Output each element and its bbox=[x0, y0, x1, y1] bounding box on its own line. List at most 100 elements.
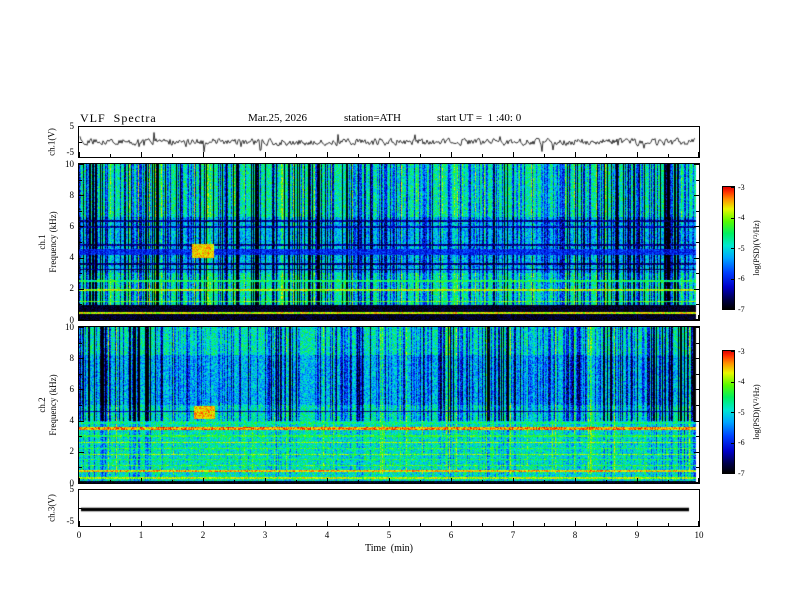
colorbar-tick bbox=[731, 308, 734, 309]
freq-tick-label: 2 bbox=[69, 446, 75, 457]
freq-axis-tick bbox=[696, 467, 699, 468]
colorbar-tick-label: -4 bbox=[738, 213, 745, 222]
time-axis-tick bbox=[544, 154, 545, 157]
time-axis-tick bbox=[327, 152, 328, 157]
time-axis-tick bbox=[296, 154, 297, 157]
time-axis-tick bbox=[513, 521, 514, 526]
freq-tick-label: 10 bbox=[65, 158, 74, 169]
time-axis-tick bbox=[668, 523, 669, 526]
freq-axis-tick bbox=[696, 273, 699, 274]
freq-axis-tick bbox=[79, 242, 82, 243]
freq-axis-tick bbox=[696, 405, 699, 406]
freq-tick-label: 6 bbox=[69, 383, 75, 394]
freq-axis-tick bbox=[79, 327, 84, 328]
time-axis-tick bbox=[234, 154, 235, 157]
time-axis-tick bbox=[296, 480, 297, 483]
time-axis-tick bbox=[420, 523, 421, 526]
time-axis-tick bbox=[451, 478, 452, 483]
time-axis-tick bbox=[141, 521, 142, 526]
freq-axis-tick bbox=[696, 304, 699, 305]
freq-axis-tick bbox=[79, 389, 84, 390]
time-axis-tick bbox=[606, 480, 607, 483]
time-axis-tick bbox=[358, 480, 359, 483]
freq-axis-tick bbox=[79, 405, 82, 406]
time-axis-tick bbox=[79, 152, 80, 157]
time-axis-tick bbox=[141, 478, 142, 483]
freq-axis-tick bbox=[696, 180, 699, 181]
time-tick-label: 3 bbox=[262, 530, 268, 540]
time-axis-tick bbox=[575, 478, 576, 483]
time-tick-label: 2 bbox=[200, 530, 206, 540]
freq-tick-label: 6 bbox=[69, 220, 75, 231]
time-axis-tick bbox=[141, 152, 142, 157]
time-axis-tick bbox=[172, 523, 173, 526]
time-tick-label: 1 bbox=[138, 530, 144, 540]
freq-tick-label: 10 bbox=[65, 321, 74, 332]
colorbar-tick-label: -6 bbox=[738, 438, 745, 447]
colorbar-tick bbox=[731, 187, 734, 188]
colorbar-tick-label: -5 bbox=[738, 243, 745, 253]
time-axis-tick bbox=[389, 521, 390, 526]
freq-axis-tick bbox=[694, 195, 699, 196]
time-axis-tick bbox=[637, 152, 638, 157]
time-axis-tick bbox=[637, 478, 638, 483]
freq-axis-tick bbox=[79, 374, 82, 375]
station-label: station=ATH bbox=[344, 112, 401, 124]
freq-axis-tick bbox=[79, 211, 82, 212]
time-axis-tick bbox=[513, 152, 514, 157]
ch1-voltage-axis-label: ch.1(V) bbox=[46, 128, 57, 156]
time-axis-tick bbox=[698, 478, 699, 483]
time-axis-tick bbox=[110, 523, 111, 526]
time-axis-tick bbox=[482, 480, 483, 483]
time-axis-tick bbox=[637, 315, 638, 320]
ch2-spectrogram-panel bbox=[78, 326, 700, 484]
freq-axis-tick bbox=[694, 452, 699, 453]
colorbar-tick-label: -7 bbox=[738, 304, 745, 314]
ch1-waveform-panel bbox=[78, 126, 700, 158]
time-tick-label: 8 bbox=[572, 530, 578, 540]
time-axis-tick bbox=[544, 317, 545, 320]
time-tick-label: 10 bbox=[694, 530, 704, 540]
time-axis-tick bbox=[482, 317, 483, 320]
freq-axis-tick bbox=[694, 421, 699, 422]
colorbar-tick bbox=[731, 351, 734, 352]
ch1-spectrogram-canvas bbox=[79, 164, 699, 320]
time-axis-tick bbox=[203, 521, 204, 526]
time-axis-tick bbox=[698, 315, 699, 320]
time-axis-tick bbox=[172, 480, 173, 483]
ch2-spectrogram-canvas bbox=[79, 327, 699, 483]
time-axis-tick bbox=[544, 480, 545, 483]
freq-axis-tick bbox=[696, 343, 699, 344]
ch2-spec-channel-label: ch.2 bbox=[37, 397, 48, 413]
time-axis-tick bbox=[358, 317, 359, 320]
time-axis-tick bbox=[668, 154, 669, 157]
time-axis-tick bbox=[110, 480, 111, 483]
colorbar-tick bbox=[731, 472, 734, 473]
ch2-colorbar-label: log(PSD)(V²/Hz) bbox=[752, 384, 762, 440]
time-tick-label: 7 bbox=[510, 530, 516, 540]
time-axis-tick bbox=[234, 523, 235, 526]
time-axis-tick bbox=[482, 523, 483, 526]
freq-axis-tick bbox=[79, 358, 84, 359]
time-axis-tick bbox=[606, 154, 607, 157]
freq-axis-tick bbox=[79, 452, 84, 453]
time-axis-tick bbox=[203, 478, 204, 483]
time-axis-tick bbox=[296, 317, 297, 320]
ch1-spec-channel-label: ch.1 bbox=[37, 234, 48, 250]
time-tick-label: 9 bbox=[634, 530, 640, 540]
colorbar-tick-label: -3 bbox=[738, 346, 745, 356]
freq-axis-tick bbox=[694, 226, 699, 227]
freq-axis-tick bbox=[79, 467, 82, 468]
freq-axis-tick bbox=[696, 374, 699, 375]
freq-tick-label: 8 bbox=[69, 352, 75, 363]
time-axis-tick bbox=[265, 521, 266, 526]
time-axis-tick bbox=[358, 523, 359, 526]
time-axis-tick bbox=[637, 521, 638, 526]
time-axis-tick bbox=[698, 152, 699, 157]
freq-axis-tick bbox=[79, 273, 82, 274]
time-axis-tick bbox=[296, 523, 297, 526]
freq-tick-label: 4 bbox=[69, 415, 75, 426]
colorbar-tick bbox=[731, 382, 734, 383]
freq-axis-tick bbox=[694, 389, 699, 390]
freq-tick-label: 4 bbox=[69, 252, 75, 263]
